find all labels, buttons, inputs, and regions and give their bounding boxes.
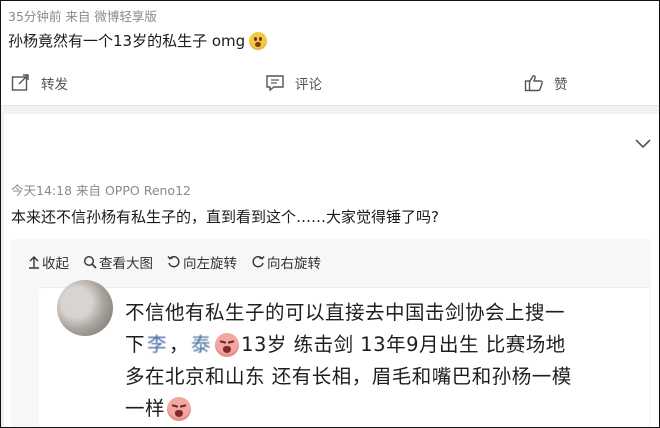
blurred-name-2: 泰 [191,333,212,356]
name-separator: ， [169,333,190,356]
like-label: 赞 [554,77,568,93]
comment-icon [266,75,284,92]
avatar [57,280,113,336]
blurred-name-1: 李 [147,333,168,356]
rotate-left-button[interactable]: 向左旋转 [167,252,237,272]
post2-meta: 今天14:18 来自 OPPO Reno12 [11,183,191,198]
collapse-button[interactable]: 收起 [28,252,69,272]
rotate-right-label: 向右旋转 [267,256,321,272]
magnifier-icon [83,255,97,269]
image-text: 不信他有私生子的可以直接去中国击剑协会上搜一 下 李 ， 泰 13岁 练击剑 1… [125,297,635,425]
rotate-right-icon [252,256,265,268]
like-button[interactable]: 赞 [524,73,568,93]
post1-meta: 35分钟前 来自 微博轻享版 [8,9,157,24]
shocked-face-emoji-icon [249,31,268,50]
crying-face-emoji-icon [215,333,240,357]
rotate-left-label: 向左旋转 [183,256,237,272]
screenshot-image[interactable]: 不信他有私生子的可以直接去中国击剑协会上搜一 下 李 ， 泰 13岁 练击剑 1… [39,280,649,427]
feed-divider [1,106,659,114]
post1-text: 孙杨竟然有一个13岁的私生子 omg [8,32,246,50]
image-text-line3: 多在北京和山东 还有长相，眉毛和嘴巴和孙杨一模 [125,365,572,388]
post1-text-row: 孙杨竟然有一个13岁的私生子 omg [8,30,268,51]
image-text-line2-prefix: 下 [125,333,146,356]
post2: 今天14:18 来自 OPPO Reno12 本来还不信孙杨有私生子的，直到看到… [1,114,659,427]
image-viewer: 收起 查看大图 向左旋转 向右旋转 不信他有私生子的可以直接去中国击剑协会上搜一… [11,239,651,427]
view-large-button[interactable]: 查看大图 [83,252,153,272]
crying-face-emoji-icon [167,397,192,421]
collapse-label: 收起 [42,256,69,272]
repost-button[interactable]: 转发 [11,73,68,93]
image-text-line: 多在北京和山东 还有长相，眉毛和嘴巴和孙杨一模 [125,361,635,393]
image-text-line1: 不信他有私生子的可以直接去中国击剑协会上搜一 [125,301,566,324]
view-large-label: 查看大图 [99,256,153,272]
thumbs-up-icon [524,75,543,92]
collapse-arrow-icon [29,256,39,269]
comment-label: 评论 [295,77,322,93]
image-text-line2-rest: 13岁 练击剑 13年9月出生 比赛场地 [241,333,566,356]
repost-icon [11,74,29,91]
comment-button[interactable]: 评论 [265,73,322,93]
weibo-feed: 35分钟前 来自 微博轻享版 孙杨竟然有一个13岁的私生子 omg 转发 评论 [0,0,660,428]
post1-action-bar: 转发 评论 赞 [1,63,659,106]
image-toolbar: 收起 查看大图 向左旋转 向右旋转 [28,252,335,272]
rotate-left-icon [167,256,180,268]
rotate-right-button[interactable]: 向右旋转 [251,252,321,272]
post2-text: 本来还不信孙杨有私生子的，直到看到这个……大家觉得锤了吗? [11,208,439,226]
image-text-line: 一样 [125,393,635,425]
image-text-line4: 一样 [125,397,166,420]
image-text-line: 下 李 ， 泰 13岁 练击剑 13年9月出生 比赛场地 [125,329,635,361]
repost-label: 转发 [41,77,68,93]
image-text-line: 不信他有私生子的可以直接去中国击剑协会上搜一 [125,297,635,329]
chevron-down-icon[interactable] [635,139,651,149]
